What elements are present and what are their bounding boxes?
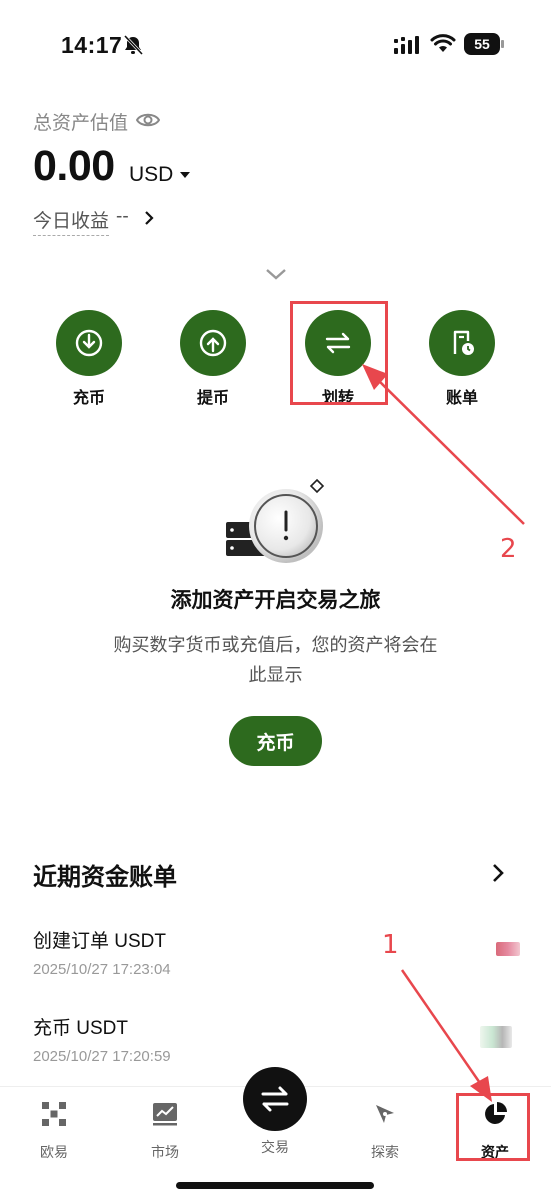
status-bar: 14:17 55	[0, 0, 551, 90]
empty-state-title: 添加资产开启交易之旅	[170, 589, 381, 612]
empty-assets-illustration-icon	[226, 478, 325, 563]
tab-market[interactable]: 市场	[125, 1101, 205, 1162]
chevron-down-icon[interactable]	[263, 265, 289, 283]
total-assets-label: 总资产估值	[33, 113, 129, 134]
bill-amount-blurred	[480, 1026, 512, 1048]
bell-muted-icon	[123, 34, 144, 56]
bill-item-name: 创建订单 USDT	[33, 931, 167, 952]
tab-explore-label: 探索	[371, 1144, 399, 1160]
bill-amount-blurred	[496, 942, 520, 956]
bill-item-time: 2025/10/27 17:20:59	[33, 1048, 171, 1065]
deposit-button[interactable]: 充币	[54, 310, 124, 408]
recent-bills-title[interactable]: 近期资金账单	[33, 857, 177, 892]
empty-state-description: 购买数字货币或充值后，您的资产将会在此显示	[113, 635, 438, 685]
home-indicator	[176, 1182, 374, 1189]
deposit-icon	[56, 310, 122, 376]
caret-down-icon[interactable]	[180, 172, 190, 178]
chevron-right-icon[interactable]	[142, 210, 156, 226]
withdraw-icon	[180, 310, 246, 376]
withdraw-button[interactable]: 提币	[178, 310, 248, 408]
wifi-icon	[430, 34, 456, 52]
bill-list-item[interactable]: 创建订单 USDT 2025/10/27 17:23:04	[33, 926, 523, 986]
trade-swap-icon[interactable]	[243, 1067, 307, 1131]
tab-market-label: 市场	[151, 1144, 179, 1160]
battery-level: 55	[464, 33, 500, 55]
tab-okx[interactable]: 欧易	[14, 1101, 94, 1162]
chevron-right-icon[interactable]	[490, 862, 506, 884]
bill-item-time: 2025/10/27 17:23:04	[33, 961, 171, 978]
bill-button[interactable]: 账单	[427, 310, 497, 408]
battery-tip	[501, 40, 504, 48]
deposit-label: 充币	[72, 390, 105, 407]
empty-deposit-button[interactable]: 充币	[229, 716, 322, 766]
tab-explore[interactable]: 探索	[345, 1101, 425, 1162]
bill-icon	[429, 310, 495, 376]
bill-item-name: 充币 USDT	[33, 1018, 129, 1039]
currency-selector[interactable]: USD	[129, 163, 173, 187]
annotation-box-transfer	[290, 301, 388, 405]
explore-compass-icon	[376, 1105, 394, 1123]
withdraw-label: 提币	[196, 390, 229, 407]
bill-list-item[interactable]: 充币 USDT 2025/10/27 17:20:59	[33, 1013, 523, 1073]
total-balance: 0.00	[33, 142, 115, 190]
status-time: 14:17	[61, 32, 123, 58]
annotation-number-1: 1	[382, 930, 399, 960]
okx-logo-icon	[42, 1102, 66, 1126]
today-earnings-value: --	[116, 206, 129, 227]
signal-icon	[394, 36, 419, 54]
tab-okx-label: 欧易	[40, 1144, 68, 1160]
annotation-number-2: 2	[500, 534, 517, 564]
today-earnings-label[interactable]: 今日收益	[33, 206, 110, 236]
annotation-box-assets	[456, 1093, 530, 1161]
bill-label: 账单	[445, 390, 478, 407]
tab-trade-label: 交易	[261, 1139, 289, 1155]
eye-icon[interactable]	[136, 110, 160, 130]
battery-icon: 55	[464, 33, 504, 55]
market-chart-icon	[153, 1103, 177, 1126]
